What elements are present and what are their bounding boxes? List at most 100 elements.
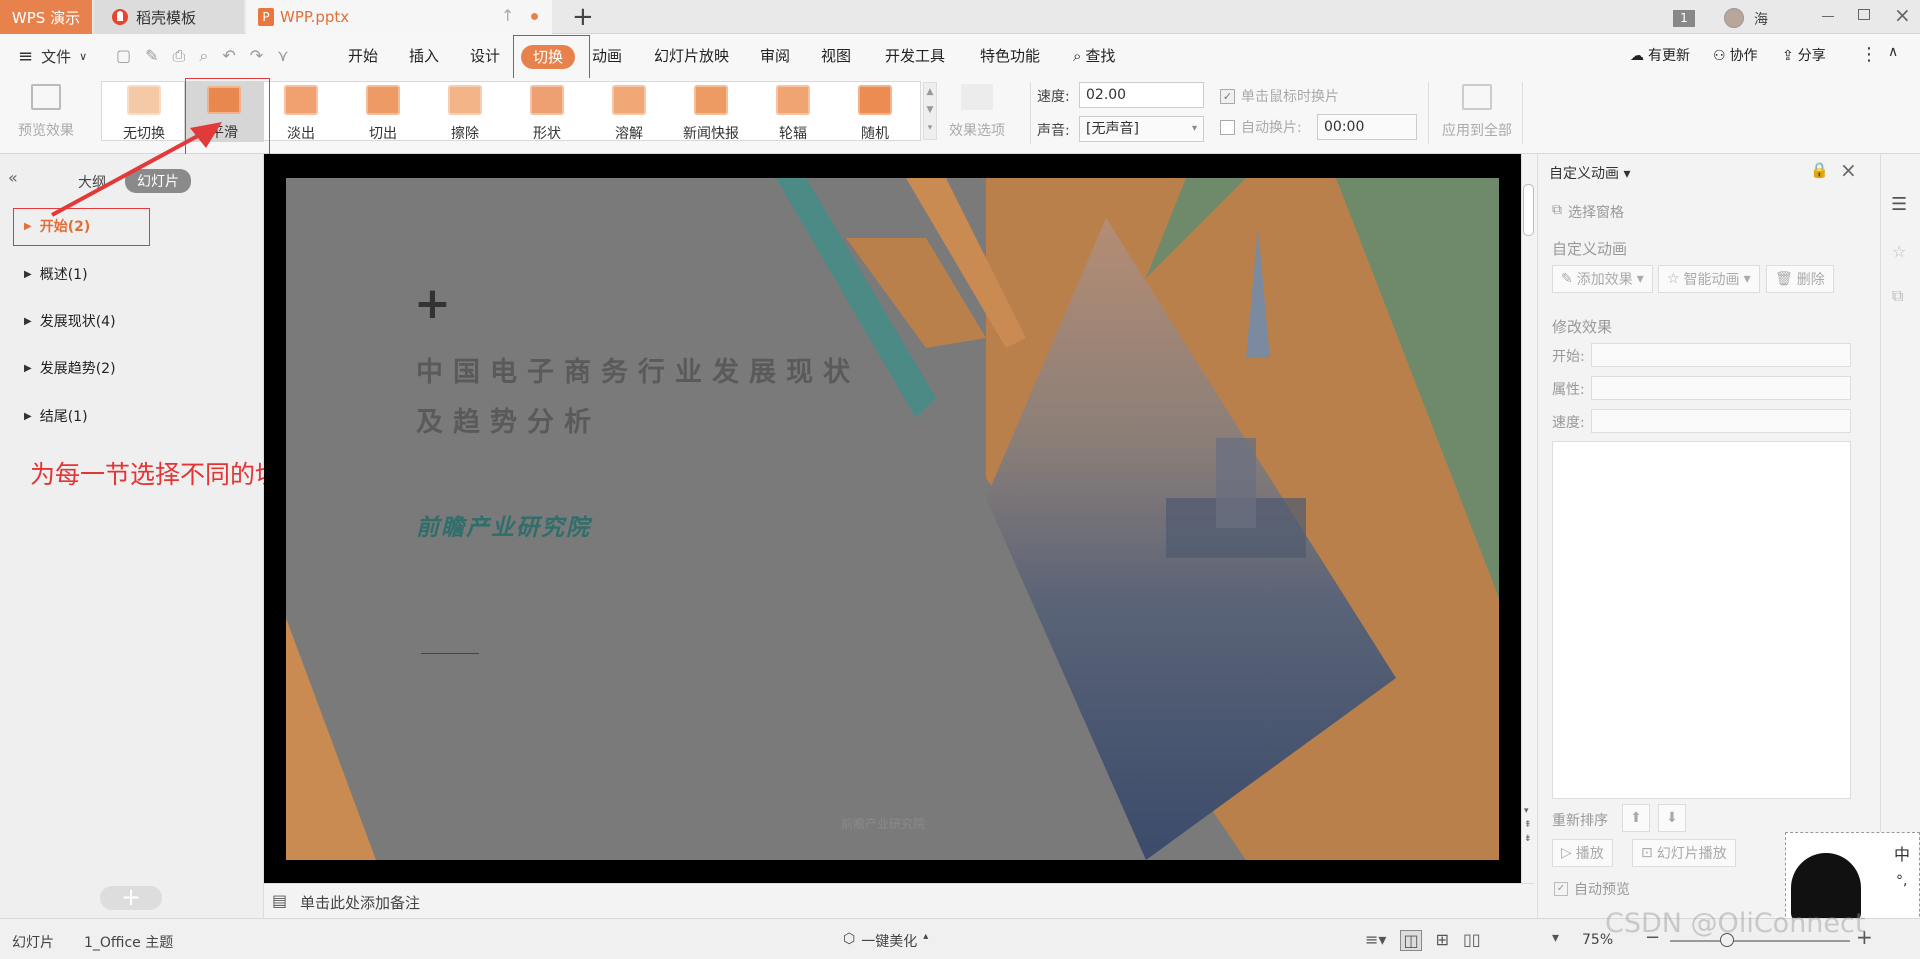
- slide[interactable]: + 中国电子商务行业发展现状 及趋势分析 前瞻产业研究院 前瞻产业研究院: [286, 178, 1499, 860]
- tab-template[interactable]: 稻壳模板: [94, 0, 244, 34]
- menu-review[interactable]: 审阅: [760, 45, 790, 67]
- menu-insert[interactable]: 插入: [409, 45, 439, 67]
- normal-view-icon[interactable]: ◫: [1400, 930, 1422, 951]
- delete-label: 删除: [1796, 272, 1825, 288]
- tab-document[interactable]: P WPP.pptx ↑: [246, 0, 552, 34]
- transition-6[interactable]: 溶解: [594, 85, 664, 143]
- transition-5[interactable]: 形状: [512, 85, 582, 143]
- transition-7[interactable]: 新闻快报: [676, 85, 746, 143]
- beautify-button[interactable]: ⬡ 一键美化 ▴: [843, 931, 928, 951]
- animation-list[interactable]: [1552, 441, 1851, 799]
- on-click-checkbox[interactable]: ✓ 单击鼠标时换片: [1220, 86, 1339, 106]
- menu-slideshow[interactable]: 幻灯片放映: [654, 45, 729, 67]
- auto-advance-checkbox[interactable]: 自动换片:: [1220, 117, 1302, 137]
- move-up-button[interactable]: ⬆: [1622, 804, 1650, 832]
- redo-icon[interactable]: ↷: [250, 46, 263, 66]
- auto-advance-input[interactable]: 00:00: [1317, 114, 1417, 140]
- ime-punct-icon[interactable]: °,: [1896, 873, 1907, 889]
- vertical-scrollbar[interactable]: ▾ ⇞ ⇟: [1521, 154, 1535, 883]
- zoom-slider[interactable]: [1670, 933, 1850, 947]
- section-item[interactable]: ▶ 结尾(1): [24, 406, 88, 426]
- upload-icon[interactable]: ↑: [501, 6, 514, 25]
- share-button[interactable]: ⇪ 分享: [1782, 45, 1826, 67]
- restore-icon[interactable]: [1858, 9, 1870, 20]
- expand-triangle-icon[interactable]: ▶: [24, 411, 32, 422]
- expand-triangle-icon[interactable]: ▶: [24, 316, 32, 327]
- menu-home[interactable]: 开始: [348, 45, 378, 67]
- undo-icon[interactable]: ↶: [222, 46, 235, 66]
- menu-transition[interactable]: 切换: [521, 45, 576, 69]
- section-item[interactable]: ▶ 发展现状(4): [24, 311, 116, 331]
- scroll-arrows-icon[interactable]: ▾ ⇞ ⇟: [1524, 804, 1532, 846]
- transition-thumb-icon: [284, 85, 318, 115]
- status-theme[interactable]: 1_Office 主题: [84, 932, 173, 952]
- expand-triangle-icon[interactable]: ▶: [24, 363, 32, 374]
- transition-thumb-icon: [366, 85, 400, 115]
- effect-options-button[interactable]: 效果选项: [942, 84, 1012, 140]
- collapse-panel-icon[interactable]: «: [8, 168, 18, 187]
- close-window-icon[interactable]: ×: [1894, 3, 1911, 27]
- search-label: 查找: [1085, 47, 1116, 65]
- notes-icon: ▤: [272, 891, 288, 910]
- collaborate-button[interactable]: ⚇ 协作: [1713, 45, 1758, 67]
- move-down-button[interactable]: ⬇: [1658, 804, 1686, 832]
- notes-view-icon[interactable]: ≡▾: [1365, 930, 1386, 951]
- scroll-thumb[interactable]: [1523, 184, 1534, 236]
- speed-select-rp[interactable]: [1591, 409, 1851, 433]
- print-icon[interactable]: ⎙: [173, 46, 186, 66]
- menu-design[interactable]: 设计: [470, 45, 500, 67]
- auto-advance-label: 自动换片:: [1241, 120, 1302, 136]
- play-slideshow-icon[interactable]: ▾: [1552, 930, 1559, 946]
- star-outline-icon[interactable]: ☆: [1892, 242, 1906, 261]
- apply-all-button[interactable]: 应用到全部: [1432, 84, 1522, 140]
- select-pane-button[interactable]: ⧉ 选择窗格: [1552, 202, 1624, 222]
- slide-sorter-icon[interactable]: ⊞: [1436, 930, 1449, 951]
- avatar[interactable]: [1724, 8, 1744, 28]
- smart-animation-button[interactable]: ☆ 智能动画 ▾: [1658, 265, 1760, 293]
- sound-select[interactable]: [无声音] ▾: [1079, 116, 1204, 142]
- transition-8[interactable]: 轮辐: [758, 85, 828, 143]
- transition-2[interactable]: 淡出: [266, 85, 336, 143]
- transition-9[interactable]: 随机: [840, 85, 910, 143]
- expand-triangle-icon[interactable]: ▶: [24, 269, 32, 280]
- lock-icon[interactable]: 🔒: [1810, 161, 1829, 179]
- save-icon[interactable]: ▢: [116, 46, 131, 66]
- speed-input[interactable]: 02.00: [1079, 82, 1204, 108]
- start-select[interactable]: [1591, 343, 1851, 367]
- close-panel-icon[interactable]: ×: [1840, 158, 1857, 182]
- menu-features[interactable]: 特色功能: [980, 45, 1040, 67]
- print-preview-icon[interactable]: ⌕: [199, 46, 208, 66]
- delete-button[interactable]: 🗑 删除: [1766, 265, 1834, 293]
- menu-developer[interactable]: 开发工具: [885, 45, 945, 67]
- format-painter-icon[interactable]: ✎: [145, 46, 158, 66]
- add-effect-button[interactable]: ✎ 添加效果 ▾: [1552, 265, 1653, 293]
- app-menu-button[interactable]: WPS 演示: [0, 0, 92, 34]
- section-item[interactable]: ▶ 概述(1): [24, 264, 88, 284]
- collapse-ribbon-icon[interactable]: ∧: [1888, 44, 1898, 60]
- reading-view-icon[interactable]: ▯▯: [1463, 930, 1481, 951]
- slideshow-button[interactable]: ⊡ 幻灯片播放: [1632, 839, 1736, 867]
- add-slide-button[interactable]: +: [100, 885, 162, 910]
- updates-button[interactable]: ☁ 有更新: [1630, 45, 1690, 67]
- layers-icon[interactable]: ⧉: [1892, 286, 1903, 306]
- transition-label: 形状: [533, 126, 561, 142]
- menu-search[interactable]: ⌕ 查找: [1073, 45, 1115, 67]
- gallery-scroll[interactable]: ▲ ▼ ▾: [923, 82, 937, 140]
- settings-sliders-icon[interactable]: ☰: [1891, 194, 1907, 215]
- panel-title[interactable]: 自定义动画 ▾: [1549, 163, 1630, 183]
- menu-view[interactable]: 视图: [821, 45, 851, 67]
- play-button[interactable]: ▷ 播放: [1552, 839, 1613, 867]
- notes-bar[interactable]: ▤ 单击此处添加备注: [264, 883, 1534, 918]
- property-select[interactable]: [1591, 376, 1851, 400]
- more-options-icon[interactable]: ⋮: [1860, 44, 1878, 65]
- ime-lang-icon[interactable]: 中: [1894, 841, 1910, 865]
- file-menu[interactable]: ≡ 文件 ∨: [18, 46, 87, 67]
- autopreview-checkbox[interactable]: ✓ 自动预览: [1554, 879, 1630, 899]
- transition-4[interactable]: 擦除: [430, 85, 500, 143]
- customize-toolbar-icon[interactable]: ⋎: [277, 46, 289, 66]
- minimize-icon[interactable]: [1822, 16, 1834, 17]
- section-item[interactable]: ▶ 发展趋势(2): [24, 358, 116, 378]
- transition-3[interactable]: 切出: [348, 85, 418, 143]
- menu-animation[interactable]: 动画: [592, 45, 622, 67]
- new-tab-button[interactable]: +: [572, 2, 594, 32]
